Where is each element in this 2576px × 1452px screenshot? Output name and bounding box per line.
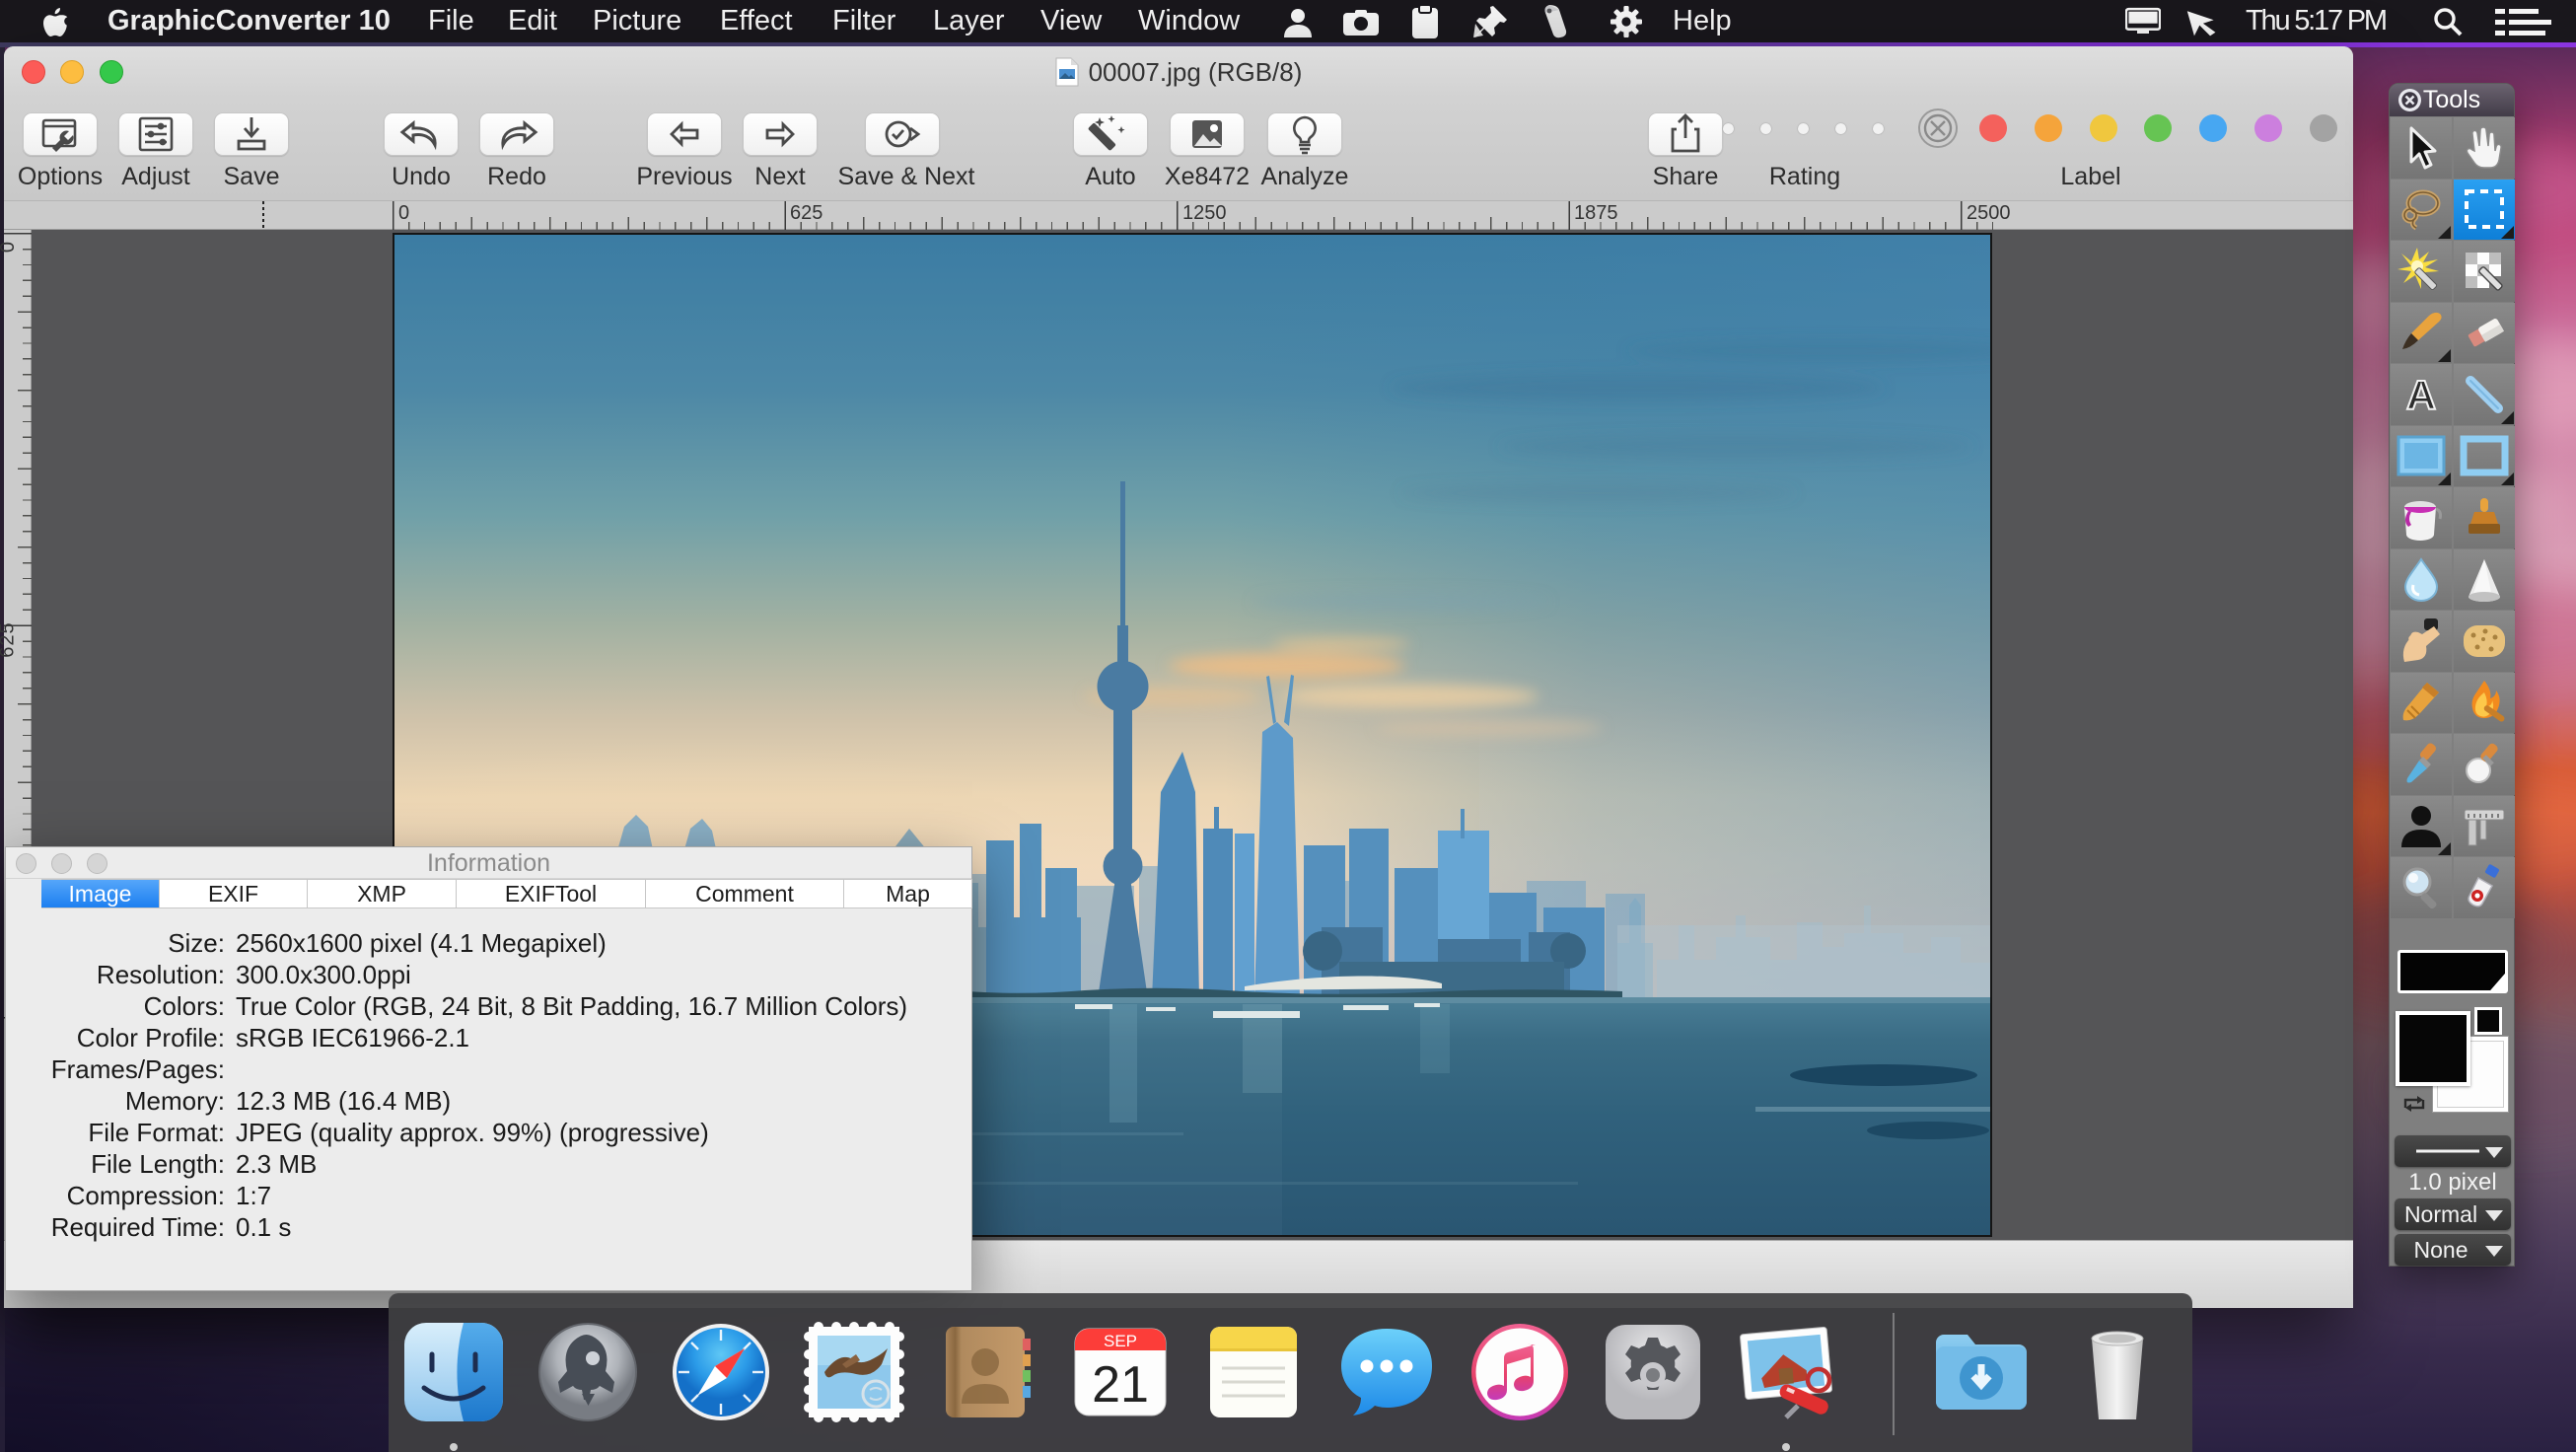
svg-text:SEP: SEP bbox=[1104, 1332, 1137, 1350]
svg-text:21: 21 bbox=[1092, 1356, 1149, 1414]
svg-text:A: A bbox=[2406, 372, 2436, 417]
